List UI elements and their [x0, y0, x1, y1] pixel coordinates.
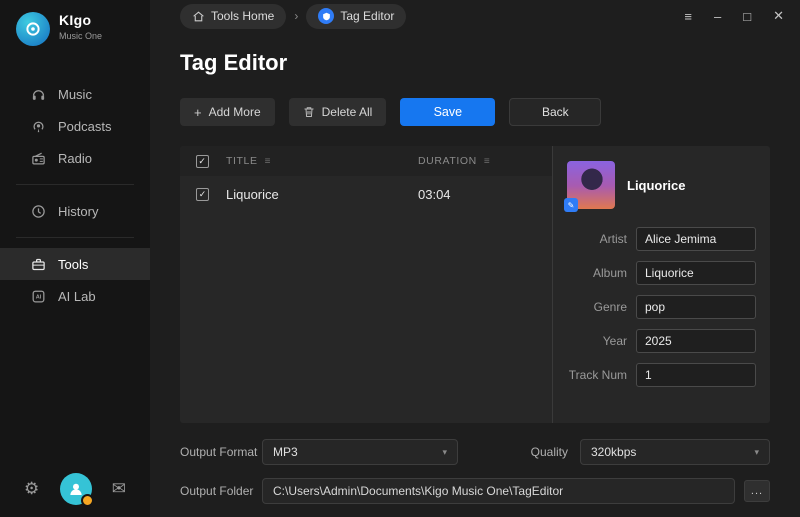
- output-format-select[interactable]: MP3 ▾: [262, 439, 458, 465]
- sidebar: KIgo Music One Music Podcasts Radio Hist…: [0, 0, 150, 517]
- sidebar-item-label: History: [58, 203, 99, 219]
- delete-all-label: Delete All: [321, 105, 373, 119]
- column-header-title: TITLE: [226, 155, 258, 167]
- metadata-panel: ✎ Liquorice Artist Album: [552, 146, 770, 423]
- artist-label: Artist: [599, 232, 627, 246]
- app-logo: KIgo Music One: [0, 0, 150, 60]
- track-table: ✓ TITLE ≡ DURATION ≡ ✓ Liquorice 03:04: [180, 146, 552, 423]
- quality-select[interactable]: 320kbps ▾: [580, 439, 770, 465]
- trash-icon: [304, 107, 314, 117]
- tag-editor-icon: [318, 8, 335, 24]
- row-checkbox[interactable]: ✓: [196, 187, 209, 201]
- headphones-icon: [30, 86, 46, 102]
- tools-icon: [30, 256, 46, 272]
- sidebar-nav: Music Podcasts Radio History Tools AI AI…: [0, 78, 150, 312]
- output-folder-label: Output Folder: [180, 484, 254, 498]
- toolbar: + Add More Delete All Save Back: [180, 98, 770, 126]
- app-logo-icon: [16, 12, 50, 46]
- sidebar-item-label: AI Lab: [58, 288, 96, 304]
- menu-icon[interactable]: ≡: [684, 9, 692, 24]
- track-title: Liquorice: [226, 186, 279, 202]
- editor-panel: ✓ TITLE ≡ DURATION ≡ ✓ Liquorice 03:04 ✎…: [180, 146, 770, 423]
- radio-icon: [30, 150, 46, 166]
- chevron-down-icon: ▾: [442, 446, 447, 457]
- sidebar-item-label: Tools: [58, 256, 89, 272]
- breadcrumb-label: Tag Editor: [340, 9, 395, 23]
- ai-lab-icon: AI: [30, 288, 46, 304]
- track-num-label: Track Num: [568, 368, 627, 382]
- plus-icon: +: [194, 104, 202, 120]
- sidebar-item-podcasts[interactable]: Podcasts: [0, 110, 150, 142]
- podcast-icon: [30, 118, 46, 134]
- metadata-fields: Artist Album Genre Year: [567, 227, 756, 387]
- sort-icon[interactable]: ≡: [484, 156, 490, 167]
- maximize-icon[interactable]: □: [743, 9, 751, 24]
- sidebar-divider: [16, 184, 134, 185]
- album-label: Album: [592, 266, 627, 280]
- settings-gear-icon[interactable]: ⚙: [24, 479, 39, 499]
- quality-value: 320kbps: [591, 445, 637, 459]
- breadcrumb-tools-home[interactable]: Tools Home: [180, 3, 287, 29]
- mail-icon[interactable]: ✉: [112, 479, 126, 499]
- page-title: Tag Editor: [180, 50, 288, 75]
- edit-art-icon[interactable]: ✎: [564, 198, 578, 212]
- app-tagline: Music One: [59, 31, 103, 41]
- sidebar-divider: [16, 237, 134, 238]
- user-avatar[interactable]: [59, 473, 94, 507]
- track-duration: 03:04: [418, 186, 451, 202]
- app-window: KIgo Music One Music Podcasts Radio Hist…: [0, 0, 800, 517]
- browse-folder-button[interactable]: ...: [744, 480, 770, 502]
- sort-icon[interactable]: ≡: [265, 156, 271, 167]
- breadcrumb-separator: ›: [294, 9, 299, 23]
- output-format-label: Output Format: [180, 445, 258, 459]
- album-field[interactable]: [636, 261, 756, 285]
- year-field[interactable]: [636, 329, 756, 353]
- table-header: ✓ TITLE ≡ DURATION ≡: [180, 146, 552, 176]
- app-name: KIgo: [59, 12, 92, 28]
- content: Tag Editor + Add More Delete All Save Ba…: [150, 32, 800, 517]
- select-all-checkbox[interactable]: ✓: [196, 154, 209, 168]
- save-button[interactable]: Save: [400, 98, 496, 126]
- output-settings: Output Format MP3 ▾ Quality 320kbps ▾ Ou…: [180, 439, 770, 517]
- year-label: Year: [602, 334, 627, 348]
- table-row[interactable]: ✓ Liquorice 03:04: [180, 176, 552, 212]
- album-art: ✎: [564, 161, 615, 212]
- artist-field[interactable]: [636, 227, 756, 251]
- sidebar-item-ai-lab[interactable]: AI AI Lab: [0, 280, 150, 312]
- output-format-value: MP3: [273, 445, 298, 459]
- sidebar-item-radio[interactable]: Radio: [0, 142, 150, 174]
- sidebar-item-label: Podcasts: [58, 118, 112, 134]
- quality-label: Quality: [530, 445, 568, 459]
- back-button[interactable]: Back: [509, 98, 602, 126]
- main-area: Tools Home › Tag Editor ≡ – □ ✕ Tag Edit…: [150, 0, 800, 517]
- chevron-down-icon: ▾: [754, 446, 759, 457]
- breadcrumb-bar: Tools Home › Tag Editor ≡ – □ ✕: [150, 0, 800, 32]
- track-num-field[interactable]: [636, 363, 756, 387]
- sidebar-item-label: Music: [58, 86, 92, 102]
- sidebar-item-tools[interactable]: Tools: [0, 248, 150, 280]
- column-header-duration: DURATION: [418, 155, 477, 167]
- add-more-button[interactable]: + Add More: [180, 98, 275, 126]
- notification-badge: [80, 494, 94, 507]
- add-more-label: Add More: [208, 105, 261, 119]
- sidebar-item-history[interactable]: History: [0, 195, 150, 227]
- sidebar-bottom-bar: ⚙ ✉: [0, 473, 150, 507]
- svg-text:AI: AI: [35, 294, 41, 300]
- detail-track-title: Liquorice: [627, 177, 686, 193]
- close-icon[interactable]: ✕: [773, 8, 784, 24]
- delete-all-button[interactable]: Delete All: [288, 98, 387, 126]
- sidebar-item-music[interactable]: Music: [0, 78, 150, 110]
- breadcrumb-tag-editor[interactable]: Tag Editor: [306, 3, 407, 29]
- breadcrumb-label: Tools Home: [211, 9, 275, 23]
- history-icon: [30, 203, 46, 219]
- minimize-icon[interactable]: –: [714, 9, 721, 24]
- genre-field[interactable]: [636, 295, 756, 319]
- output-folder-input[interactable]: [262, 478, 735, 504]
- home-icon: [193, 10, 204, 21]
- window-controls: ≡ – □ ✕: [684, 8, 784, 24]
- sidebar-item-label: Radio: [58, 150, 92, 166]
- genre-label: Genre: [593, 300, 627, 314]
